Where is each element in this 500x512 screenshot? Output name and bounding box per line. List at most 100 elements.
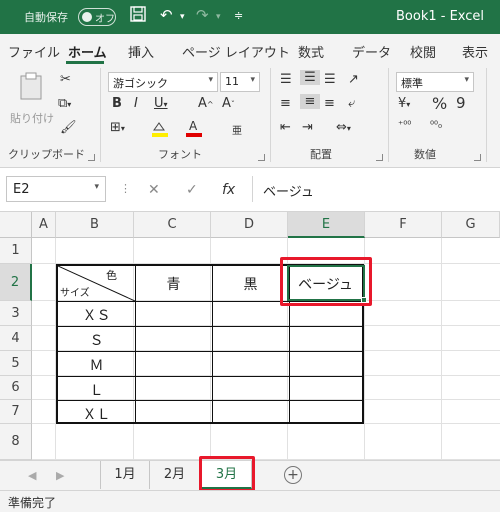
tab-review[interactable]: 校閲 [410,42,436,61]
alignment-group-label: 配置 [310,148,332,161]
separator [100,68,101,162]
tab-data[interactable]: データ [352,42,391,61]
orientation-icon[interactable]: ↗ [348,72,359,87]
autosave-state: オフ [95,14,115,25]
ribbon: 貼り付け ✂ ⧉▾ 🖌 クリップボード 游ゴシック ▾ 11 ▾ B I U▾ … [0,64,500,168]
column-header-c[interactable]: C [134,212,211,238]
align-bottom-icon[interactable]: ☰ [324,72,336,87]
borders-icon[interactable]: ⊞▾ [110,120,125,135]
font-group-label: フォント [158,148,202,161]
tab-home[interactable]: ホーム [68,42,107,61]
tab-insert[interactable]: 挿入 [128,42,154,61]
name-box[interactable]: E2 ▾ [6,176,106,202]
column-header-a[interactable]: A [32,212,56,238]
save-icon[interactable] [130,6,146,26]
wrap-text-icon[interactable]: ⤶ [348,96,355,111]
enter-icon[interactable]: ✓ [186,182,198,198]
increase-indent-icon[interactable]: ⇥ [302,120,313,135]
column-header-g[interactable]: G [442,212,500,238]
ribbon-tabs: ファイル ホーム 挿入 ページ レイアウト 数式 データ 校閲 表示 [0,34,500,64]
separator [486,68,487,162]
table-line [58,326,362,327]
size-cell-s[interactable]: Ｓ [58,330,135,350]
font-dialog-launcher[interactable] [258,154,265,161]
row-header-4[interactable]: 4 [0,326,32,351]
align-middle-icon[interactable]: ☰ [300,70,320,85]
grow-font-button[interactable]: A^ [198,96,214,111]
tab-file[interactable]: ファイル [8,42,60,61]
font-name-combo[interactable]: 游ゴシック ▾ [108,72,218,92]
number-format-combo[interactable]: 標準 ▾ [396,72,474,92]
tab-formulas[interactable]: 数式 [298,42,324,61]
row-header-2[interactable]: 2 [0,264,32,301]
align-left-icon[interactable]: ≡ [280,96,291,111]
currency-icon[interactable]: ¥▾ [398,96,410,111]
phonetic-icon[interactable]: 亜 [232,122,242,137]
customize-qat-icon[interactable]: ≑ [234,9,243,22]
next-sheet-icon[interactable]: ▶ [56,469,64,482]
font-size-combo[interactable]: 11 ▾ [220,72,260,92]
paste-button[interactable]: 貼り付け [8,70,54,130]
diag-header-color: 色 [106,269,117,282]
name-box-value: E2 [13,182,30,197]
undo-icon[interactable]: ↶ [160,6,173,24]
underline-button[interactable]: U▾ [154,96,168,111]
font-name-value: 游ゴシック [113,77,168,90]
align-center-icon[interactable]: ≡ [300,94,320,109]
separator [270,68,271,162]
prev-sheet-icon[interactable]: ◀ [28,469,36,482]
column-header-f[interactable]: F [365,212,442,238]
size-cell-l[interactable]: Ｌ [58,380,135,400]
align-right-icon[interactable]: ≡ [324,96,335,111]
bold-button[interactable]: B [112,96,122,111]
header-cell-blue[interactable]: 青 [135,274,212,294]
select-all-corner[interactable] [0,212,32,238]
row-header-5[interactable]: 5 [0,351,32,376]
number-dialog-launcher[interactable] [474,154,481,161]
drag-handle-icon[interactable]: ⋮ [120,182,131,195]
row-header-6[interactable]: 6 [0,376,32,400]
row-header-1[interactable]: 1 [0,238,32,264]
cancel-icon[interactable]: ✕ [148,182,160,198]
worksheet-grid: A B C D E F G 1 2 3 4 5 6 7 8 色 サイズ 青 黒 … [0,212,500,460]
decrease-decimal-icon[interactable]: ⁰⁰₀ [430,120,442,131]
sheet-tab-jan[interactable]: 1月 [100,461,150,489]
add-sheet-icon[interactable]: + [284,466,302,484]
header-cell-black[interactable]: 黒 [212,274,289,294]
column-header-e[interactable]: E [288,212,365,238]
format-painter-icon[interactable]: 🖌 [60,120,77,135]
row-header-3[interactable]: 3 [0,301,32,326]
clipboard-icon [19,72,43,103]
diag-header-size: サイズ [60,288,90,299]
cut-icon[interactable]: ✂ [60,72,71,87]
tab-page-layout[interactable]: ページ レイアウト [182,42,290,61]
italic-button[interactable]: I [134,96,138,111]
shrink-font-button[interactable]: Aˇ [222,96,235,111]
tab-view[interactable]: 表示 [462,42,488,61]
merge-center-icon[interactable]: ⇔▾ [336,120,351,135]
decrease-indent-icon[interactable]: ⇤ [280,120,291,135]
size-cell-xl[interactable]: ＸＬ [58,404,135,424]
comma-style-icon[interactable]: 9 [456,94,466,112]
size-cell-xs[interactable]: ＸＳ [58,305,135,325]
copy-icon[interactable]: ⧉▾ [58,96,71,111]
row-header-7[interactable]: 7 [0,400,32,424]
row-header-8[interactable]: 8 [0,424,32,460]
chevron-down-icon: ▾ [464,75,469,85]
clipboard-dialog-launcher[interactable] [88,154,95,161]
formula-input[interactable]: ベージュ [252,176,500,202]
size-cell-m[interactable]: Ｍ [58,355,135,375]
font-color-icon[interactable]: A [184,118,204,142]
column-header-b[interactable]: B [56,212,134,238]
percent-icon[interactable]: % [432,94,447,113]
sheet-tab-feb[interactable]: 2月 [150,461,200,489]
insert-function-icon[interactable]: fx [222,182,235,198]
fill-color-icon[interactable] [150,120,170,142]
column-header-d[interactable]: D [211,212,288,238]
alignment-dialog-launcher[interactable] [376,154,383,161]
align-top-icon[interactable]: ☰ [280,72,292,87]
autosave-toggle[interactable]: オフ [78,8,116,26]
undo-dropdown-icon[interactable]: ▾ [180,12,185,22]
redo-icon: ↷ [196,6,209,24]
increase-decimal-icon[interactable]: ⁺⁰⁰ [398,120,411,131]
